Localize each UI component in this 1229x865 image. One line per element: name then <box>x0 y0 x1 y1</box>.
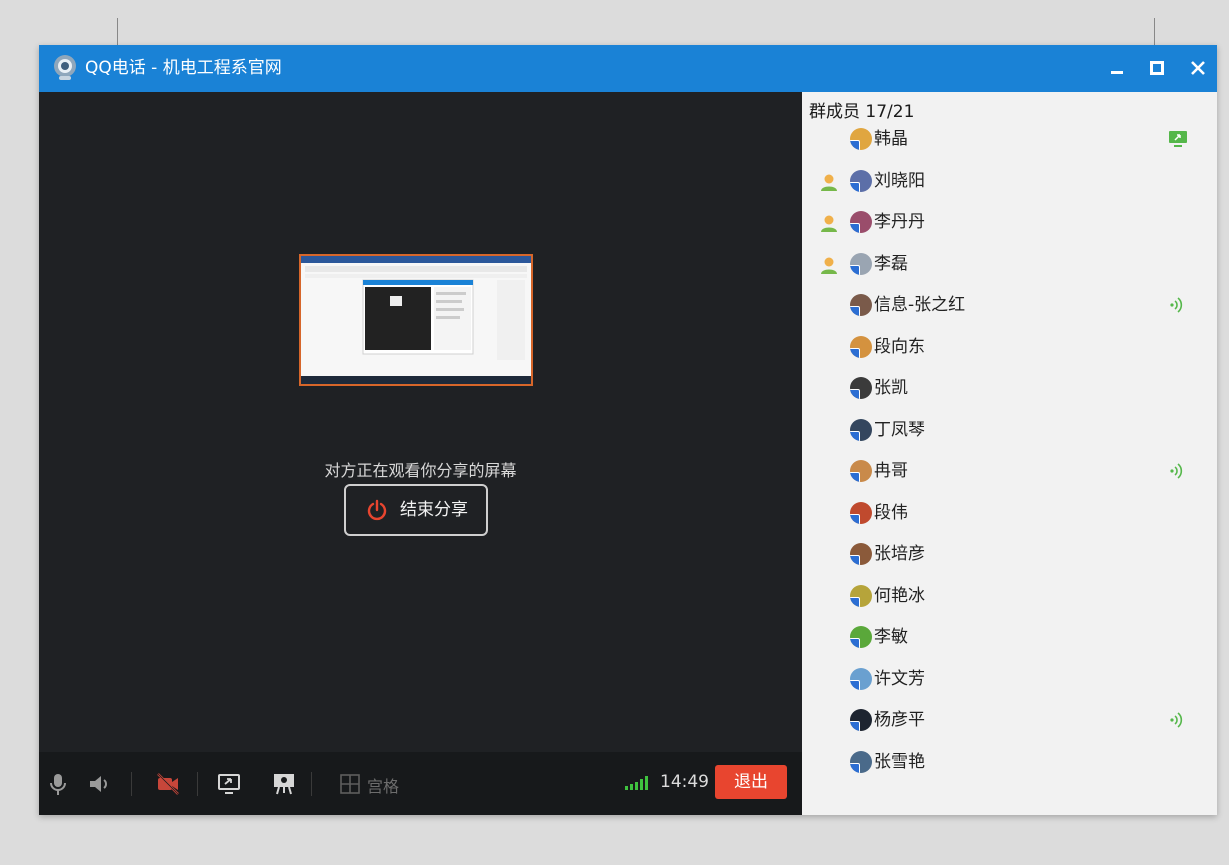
member-item[interactable]: 张雪艳 <box>802 743 1217 783</box>
member-name: 刘晓阳 <box>874 170 925 191</box>
screen-share-status-icon <box>1169 131 1187 147</box>
member-name: 张雪艳 <box>874 751 925 772</box>
toolbar-separator <box>131 772 132 796</box>
member-item[interactable]: 张凯 <box>802 369 1217 409</box>
toolbar-separator <box>197 772 198 796</box>
member-item[interactable]: 李丹丹 <box>802 203 1217 243</box>
speaking-icon <box>1170 297 1183 313</box>
desktop-divider <box>1154 18 1155 46</box>
call-duration: 14:49 <box>660 772 709 792</box>
member-avatar <box>850 128 872 150</box>
member-item[interactable]: 李磊 <box>802 245 1217 285</box>
title-bar[interactable]: QQ电话 - 机电工程系官网 <box>39 45 1217 92</box>
member-name: 许文芳 <box>874 668 925 689</box>
member-avatar <box>850 750 872 773</box>
grid-layout-icon[interactable] <box>337 771 363 797</box>
minimize-icon[interactable] <box>1105 56 1129 80</box>
member-name: 杨彦平 <box>874 710 925 730</box>
presentation-icon[interactable] <box>271 771 297 797</box>
member-avatar <box>850 501 872 524</box>
speaker-icon[interactable] <box>87 771 113 797</box>
member-count-label: 群成员 17/21 <box>809 102 915 122</box>
qq-call-window: QQ电话 - 机电工程系官网 对方正在观看你分享的屏幕 结束分享 宫格 14:4… <box>39 45 1217 815</box>
screen-preview-image <box>301 256 531 384</box>
member-avatar <box>850 211 872 233</box>
member-item[interactable]: 刘晓阳 <box>802 162 1217 202</box>
member-name: 段伟 <box>874 502 908 523</box>
shared-screen-thumbnail <box>299 254 533 386</box>
power-icon <box>367 499 387 521</box>
host-user-icon <box>821 174 837 191</box>
member-item[interactable]: 杨彦平 <box>802 701 1217 741</box>
grid-layout-label[interactable]: 宫格 <box>367 773 399 797</box>
member-item[interactable]: 许文芳 <box>802 660 1217 700</box>
speaking-icon <box>1170 712 1183 728</box>
member-avatar <box>850 460 872 482</box>
member-item[interactable]: 段向东 <box>802 328 1217 368</box>
member-item[interactable]: 韩晶 <box>802 120 1217 160</box>
member-avatar <box>850 709 872 731</box>
window-title: QQ电话 - 机电工程系官网 <box>85 58 282 78</box>
host-user-icon <box>821 215 837 232</box>
member-avatar <box>850 252 872 275</box>
member-item[interactable]: 段伟 <box>802 494 1217 534</box>
member-name: 信息-张之红 <box>874 295 966 315</box>
member-name: 李丹丹 <box>874 212 925 232</box>
share-status-text: 对方正在观看你分享的屏幕 <box>324 461 517 480</box>
member-item[interactable]: 信息-张之红 <box>802 286 1217 326</box>
host-user-icon <box>821 257 837 274</box>
member-avatar <box>850 626 872 648</box>
member-item[interactable]: 丁凤琴 <box>802 411 1217 451</box>
member-name: 何艳冰 <box>874 585 925 606</box>
exit-call-button[interactable]: 退出 <box>715 765 787 799</box>
member-name: 冉哥 <box>874 461 908 481</box>
member-avatar <box>850 294 872 316</box>
signal-strength-icon <box>625 776 648 790</box>
member-item[interactable]: 李敏 <box>802 618 1217 658</box>
member-avatar <box>850 335 872 358</box>
qq-call-logo-icon <box>54 55 76 80</box>
maximize-icon[interactable] <box>1145 56 1169 80</box>
member-avatar <box>850 418 872 441</box>
member-item[interactable]: 冉哥 <box>802 452 1217 492</box>
share-view: 对方正在观看你分享的屏幕 结束分享 <box>39 92 802 752</box>
member-name: 张培彦 <box>874 544 925 564</box>
member-item[interactable]: 何艳冰 <box>802 577 1217 617</box>
screen-share-icon[interactable] <box>216 771 242 797</box>
call-toolbar: 宫格 14:49 退出 <box>39 752 802 815</box>
member-avatar <box>850 584 872 607</box>
close-icon[interactable] <box>1186 56 1210 80</box>
end-share-button[interactable]: 结束分享 <box>344 484 488 536</box>
camera-off-icon[interactable] <box>155 771 181 797</box>
member-name: 丁凤琴 <box>874 419 925 440</box>
member-name: 韩晶 <box>874 129 908 149</box>
member-name: 李磊 <box>874 253 908 274</box>
member-item[interactable]: 张培彦 <box>802 535 1217 575</box>
member-avatar <box>850 543 872 565</box>
microphone-icon[interactable] <box>45 771 71 797</box>
member-avatar <box>850 377 872 399</box>
member-avatar <box>850 667 872 690</box>
member-name: 段向东 <box>874 336 925 357</box>
desktop-divider <box>117 18 118 46</box>
member-name: 张凯 <box>874 378 908 398</box>
speaking-icon <box>1170 463 1183 479</box>
member-list-panel: 群成员 17/21 韩晶刘晓阳李丹丹李磊信息-张之红 段向东张凯丁凤琴冉哥段伟张培… <box>802 92 1217 815</box>
member-avatar <box>850 169 872 192</box>
end-share-label: 结束分享 <box>400 500 468 520</box>
member-name: 李敏 <box>874 627 908 647</box>
toolbar-separator <box>311 772 312 796</box>
